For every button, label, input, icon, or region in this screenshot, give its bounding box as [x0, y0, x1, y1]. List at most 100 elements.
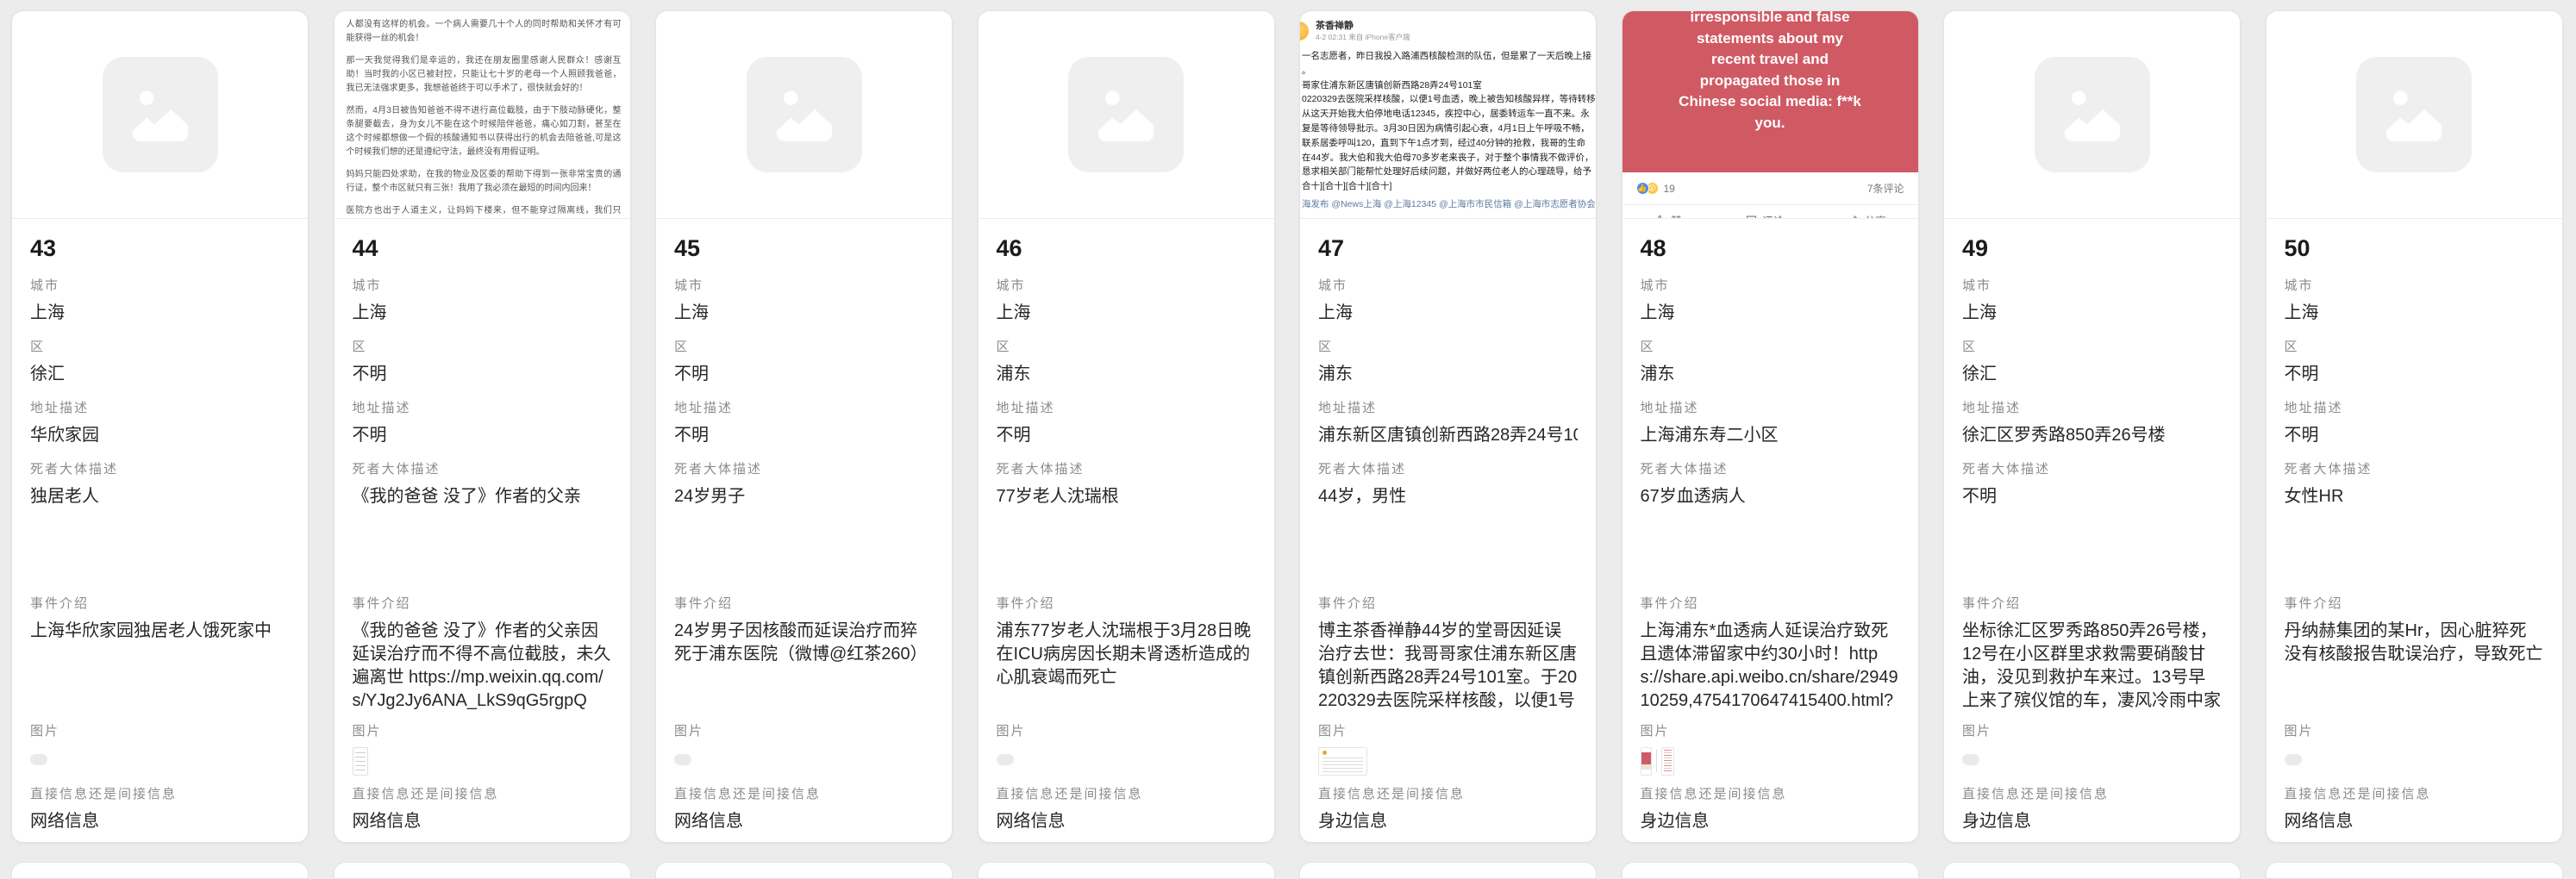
post-action-2[interactable]: 分享 — [1848, 212, 1886, 219]
field-city: 城市 上海 — [674, 277, 934, 325]
field-event: 事件介绍 博主茶香禅静44岁的堂哥因延误治疗去世：我哥哥家住浦东新区唐镇创新西路… — [1318, 595, 1578, 714]
address-label: 地址描述 — [1962, 400, 2222, 417]
field-direct: 直接信息还是间接信息 网络信息 — [2285, 786, 2544, 833]
case-number: 44 — [353, 233, 612, 264]
field-address: 地址描述 不明 — [353, 400, 612, 447]
case-content: 43 城市 上海 区 徐汇 地址描述 华欣家园 死者大体描述 独居老人 事件介绍… — [12, 233, 308, 833]
case-image-area[interactable] — [2267, 11, 2562, 219]
field-image: 图片 — [674, 723, 934, 776]
case-image-area[interactable] — [979, 11, 1274, 219]
address-value: 华欣家园 — [30, 424, 290, 447]
post-action-label: 赞 — [1671, 212, 1682, 219]
district-label: 区 — [30, 339, 290, 356]
image-thumbnail[interactable] — [353, 747, 612, 776]
case-content: 47 城市 上海 区 浦东 地址描述 浦东新区唐镇创新西路28弄24号101室 … — [1300, 233, 1596, 833]
field-city: 城市 上海 — [30, 277, 290, 325]
post-action-1[interactable]: 评论 — [1745, 212, 1784, 219]
weibo-text-line: 在44岁。我大伯和我大伯母70多岁老来丧子，对于整个事情我不做评价， — [1302, 151, 1596, 165]
event-value: 上海浦东*血透病人延误治疗致死且遗体滞留家中约30小时！https://shar… — [1641, 620, 1900, 714]
weibo-text-line: 。 — [1302, 64, 1596, 78]
case-number: 45 — [674, 233, 934, 264]
image-placeholder-icon — [123, 78, 197, 152]
case-image-area[interactable] — [656, 11, 952, 219]
weibo-post-header: 茶香禅静4-2 02:31 来自 iPhone客户端 — [1302, 20, 1596, 42]
field-direct: 直接信息还是间接信息 网络信息 — [997, 786, 1256, 833]
address-value: 不明 — [997, 424, 1256, 447]
field-city: 城市 上海 — [1962, 277, 2222, 325]
image-thumbnail[interactable] — [674, 747, 934, 776]
district-value: 徐汇 — [1962, 363, 2222, 386]
thumbnail-red-post — [1641, 747, 1652, 776]
field-event: 事件介绍 上海华欣家园独居老人饿死家中 — [30, 595, 290, 714]
field-direct: 直接信息还是间接信息 身边信息 — [1641, 786, 1900, 833]
event-value: 博主茶香禅静44岁的堂哥因延误治疗去世：我哥哥家住浦东新区唐镇创新西路28弄24… — [1318, 620, 1578, 714]
weibo-mentions-links[interactable]: 海发布 @News上海 @上海12345 @上海市市民信箱 @上海市志愿者协会 — [1302, 197, 1596, 212]
case-image-area[interactable] — [12, 11, 308, 219]
field-district: 区 徐汇 — [1962, 339, 2222, 386]
field-address: 地址描述 不明 — [997, 400, 1256, 447]
image-label: 图片 — [997, 723, 1256, 740]
case-number: 43 — [30, 233, 290, 264]
image-thumbnail[interactable] — [1641, 747, 1900, 776]
case-number: 50 — [2285, 233, 2544, 264]
image-thumbnail[interactable] — [30, 747, 290, 776]
next-row-card-top — [1622, 862, 1919, 879]
field-event: 事件介绍 丹纳赫集团的某Hr，因心脏猝死没有核酸报告耽误治疗，导致死亡 — [2285, 595, 2544, 714]
cards-row: 43 城市 上海 区 徐汇 地址描述 华欣家园 死者大体描述 独居老人 事件介绍… — [11, 10, 2563, 843]
case-card: irresponsible and falsestatements about … — [1622, 10, 1919, 843]
field-address: 地址描述 华欣家园 — [30, 400, 290, 447]
image-thumbnail[interactable] — [1962, 747, 2222, 776]
city-label: 城市 — [2285, 277, 2544, 295]
case-image-area[interactable]: 茶香禅静4-2 02:31 来自 iPhone客户端一名志愿者，昨日我投入路浦西… — [1300, 11, 1596, 219]
case-image-area[interactable]: irresponsible and falsestatements about … — [1623, 11, 1918, 219]
district-label: 区 — [1962, 339, 2222, 356]
address-label: 地址描述 — [353, 400, 612, 417]
red-post-text-line: statements about my — [1697, 28, 1843, 50]
field-address: 地址描述 浦东新区唐镇创新西路28弄24号101室 — [1318, 400, 1578, 447]
post-action-0[interactable]: 赞 — [1654, 212, 1682, 219]
image-placeholder — [12, 11, 308, 218]
event-label: 事件介绍 — [997, 595, 1256, 613]
image-thumbnail[interactable] — [997, 747, 1256, 776]
letter-paragraph: 妈妈只能四处求助，在我的物业及区委的帮助下得到一张非常宝贵的通行证，整个市区就只… — [347, 168, 622, 196]
comments-count[interactable]: 7条评论 — [1867, 181, 1904, 196]
image-thumbnail[interactable] — [1318, 747, 1578, 776]
next-row-cards-partial — [11, 862, 2563, 879]
thumbnail-pill — [997, 754, 1014, 765]
image-placeholder-icon — [2055, 78, 2129, 152]
image-placeholder-tile — [103, 57, 218, 172]
red-post-text-line: you. — [1755, 113, 1785, 134]
case-number: 48 — [1641, 233, 1900, 264]
victim-label: 死者大体描述 — [353, 461, 612, 478]
event-value: 浦东77岁老人沈瑞根于3月28日晚在ICU病房因长期未肾透析造成的心肌衰竭而死亡 — [997, 620, 1256, 714]
case-card: 50 城市 上海 区 不明 地址描述 不明 死者大体描述 女性HR 事件介绍 丹… — [2266, 10, 2563, 843]
case-image-area[interactable]: 人都没有这样的机会。一个病人需要几十个人的同时帮助和关怀才有可能获得一丝的机会！… — [335, 11, 630, 219]
city-value: 上海 — [1318, 302, 1578, 325]
image-label: 图片 — [1962, 723, 2222, 740]
image-placeholder — [2267, 11, 2562, 218]
direct-value: 身边信息 — [1318, 810, 1578, 833]
avatar — [1300, 22, 1309, 41]
red-post-text-line: propagated those in — [1700, 71, 1840, 92]
case-image-area[interactable] — [1944, 11, 2240, 219]
district-value: 浦东 — [1641, 363, 1900, 386]
city-value: 上海 — [1641, 302, 1900, 325]
field-address: 地址描述 不明 — [674, 400, 934, 447]
victim-value: 24岁男子 — [674, 485, 934, 582]
field-direct: 直接信息还是间接信息 身边信息 — [1962, 786, 2222, 833]
reactions-bar: 👍😮197条评论 — [1623, 172, 1918, 204]
district-value: 不明 — [353, 363, 612, 386]
case-gallery-page: { "page": { "background": "#ececec", "ca… — [0, 0, 2576, 869]
direct-value: 网络信息 — [30, 810, 290, 833]
city-value: 上海 — [997, 302, 1256, 325]
letter-paragraph: 医院方也出于人道主义，让妈妈下楼来，但不能穿过隔离线，我们只能"隔线"相望。我们… — [347, 204, 622, 219]
field-victim: 死者大体描述 女性HR — [2285, 461, 2544, 582]
city-value: 上海 — [2285, 302, 2544, 325]
image-thumbnail[interactable] — [2285, 747, 2544, 776]
post-action-bar: 赞 评论 分享 — [1623, 204, 1918, 219]
field-address: 地址描述 徐汇区罗秀路850弄26号楼 — [1962, 400, 2222, 447]
event-label: 事件介绍 — [30, 595, 290, 613]
weibo-text-line: 复是等待领导批示。3月30日因为病情引起心衰，4月1日上午呼吸不畅， — [1302, 122, 1596, 136]
image-placeholder-tile — [2356, 57, 2472, 172]
city-label: 城市 — [30, 277, 290, 295]
